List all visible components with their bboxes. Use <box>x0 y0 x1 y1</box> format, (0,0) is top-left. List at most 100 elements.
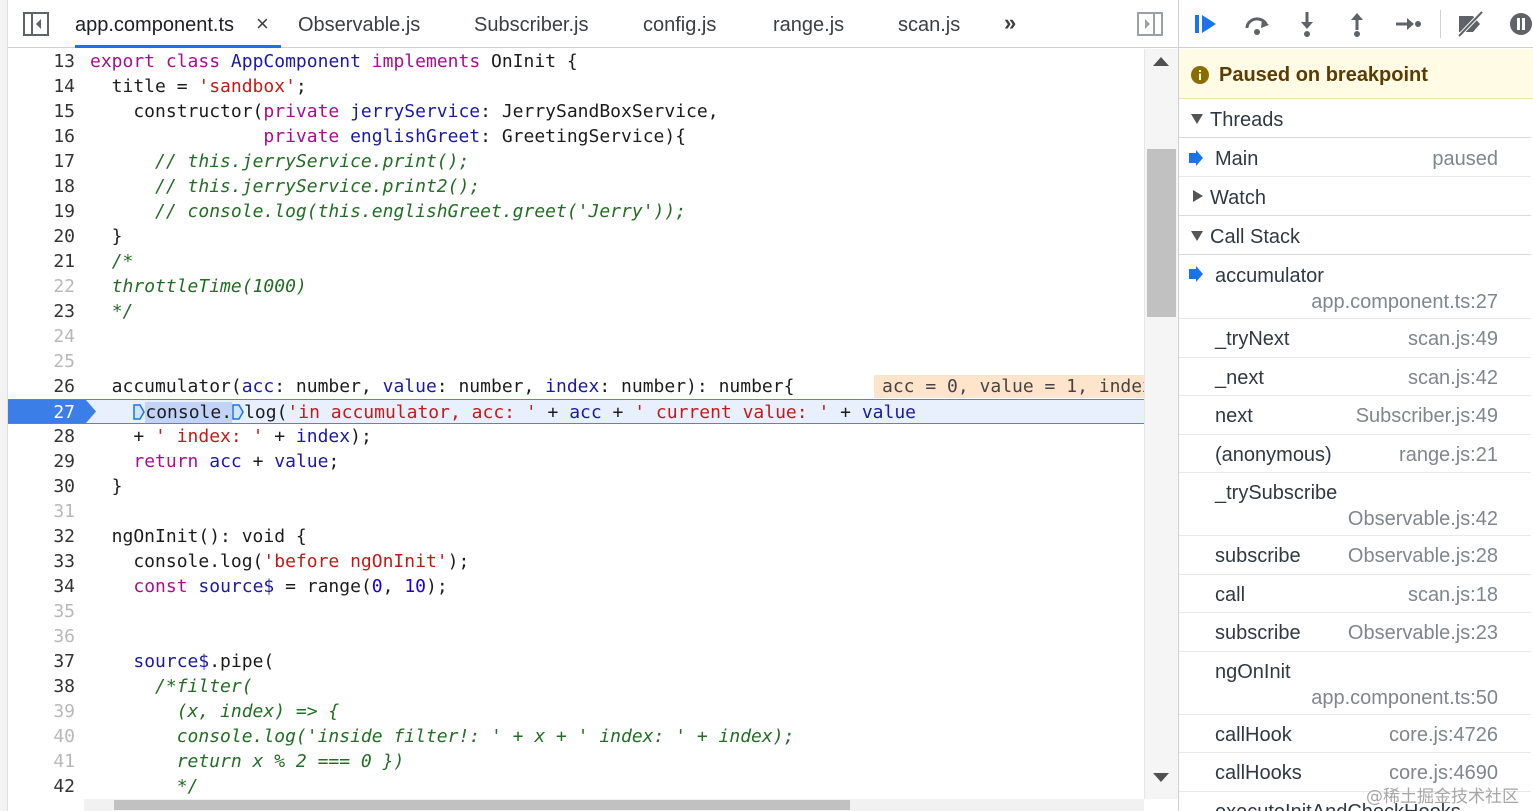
code-line[interactable]: 23 */ <box>8 299 1144 324</box>
call-stack-frame[interactable]: next Subscriber.js:49 <box>1179 396 1531 435</box>
code-line[interactable]: 37 source$.pipe( <box>8 649 1144 674</box>
line-number[interactable]: 23 <box>8 299 75 324</box>
line-number[interactable]: 24 <box>8 324 75 349</box>
editor-vertical-scrollbar[interactable] <box>1144 49 1178 799</box>
code-line[interactable]: 26 accumulator(acc: number, value: numbe… <box>8 374 1144 399</box>
code-line[interactable]: 39 (x, index) => { <box>8 699 1144 724</box>
editor-horizontal-scrollbar[interactable] <box>84 799 1144 811</box>
call-stack-frame[interactable]: subscribe Observable.js:23 <box>1179 613 1531 652</box>
editor-scroll-thumb[interactable] <box>1147 149 1176 317</box>
line-number[interactable]: 39 <box>8 699 75 724</box>
inline-breakpoint-marker[interactable] <box>133 402 146 420</box>
call-stack-frame[interactable]: _next scan.js:42 <box>1179 357 1531 396</box>
line-number[interactable]: 27 <box>8 400 75 425</box>
deactivate-breakpoints-icon[interactable] <box>1455 10 1485 38</box>
code-line[interactable]: 36 <box>8 624 1144 649</box>
line-number[interactable]: 28 <box>8 424 75 449</box>
line-number[interactable]: 14 <box>8 74 75 99</box>
call-stack-frame[interactable]: callHook core.js:4726 <box>1179 714 1531 753</box>
line-number[interactable]: 13 <box>8 49 75 74</box>
scroll-down-arrow-icon[interactable] <box>1153 773 1169 782</box>
watch-section-header[interactable]: Watch <box>1179 178 1531 216</box>
tab-config-js[interactable]: config.js <box>643 0 716 48</box>
call-stack-section-header[interactable]: Call Stack <box>1179 217 1531 255</box>
code-line[interactable]: 18 // this.jerryService.print2(); <box>8 174 1144 199</box>
code-line[interactable]: 38 /*filter( <box>8 674 1144 699</box>
line-number[interactable]: 16 <box>8 124 75 149</box>
call-stack-frame[interactable]: accumulator app.component.ts:27 <box>1179 256 1531 319</box>
code-line[interactable]: 15 constructor(private jerryService: Jer… <box>8 99 1144 124</box>
code-line[interactable]: 17 // this.jerryService.print(); <box>8 149 1144 174</box>
line-number[interactable]: 29 <box>8 449 75 474</box>
tab-subscriber-js[interactable]: Subscriber.js <box>474 0 589 48</box>
code-line[interactable]: 14 title = 'sandbox'; <box>8 74 1144 99</box>
code-line[interactable]: 16 private englishGreet: GreetingService… <box>8 124 1144 149</box>
code-line[interactable]: 32 ngOnInit(): void { <box>8 524 1144 549</box>
call-stack-frame[interactable]: ngOnInit app.component.ts:50 <box>1179 651 1531 715</box>
tab-app-component-ts[interactable]: app.component.ts <box>75 0 281 48</box>
threads-section-header[interactable]: Threads <box>1179 100 1531 138</box>
line-number[interactable]: 26 <box>8 374 75 399</box>
line-number[interactable]: 19 <box>8 199 75 224</box>
line-number[interactable]: 18 <box>8 174 75 199</box>
code-line[interactable]: 22 throttleTime(1000) <box>8 274 1144 299</box>
toggle-navigator-icon[interactable] <box>22 11 50 37</box>
frame-location[interactable]: Observable.js:23 <box>1348 620 1498 646</box>
line-number[interactable]: 33 <box>8 549 75 574</box>
code-line[interactable]: 24 <box>8 324 1144 349</box>
frame-location[interactable]: Subscriber.js:49 <box>1356 403 1498 429</box>
frame-location[interactable]: core.js:4726 <box>1389 722 1498 748</box>
line-number[interactable]: 40 <box>8 724 75 749</box>
line-number[interactable]: 30 <box>8 474 75 499</box>
line-number[interactable]: 21 <box>8 249 75 274</box>
line-number[interactable]: 17 <box>8 149 75 174</box>
line-number[interactable]: 34 <box>8 574 75 599</box>
line-number[interactable]: 36 <box>8 624 75 649</box>
line-number[interactable]: 22 <box>8 274 75 299</box>
line-number[interactable]: 41 <box>8 749 75 774</box>
frame-location[interactable]: Observable.js:42 <box>1348 506 1498 532</box>
tab-range-js[interactable]: range.js <box>773 0 844 48</box>
line-number[interactable]: 15 <box>8 99 75 124</box>
code-line[interactable]: 20 } <box>8 224 1144 249</box>
line-number[interactable]: 35 <box>8 599 75 624</box>
more-tabs-icon[interactable]: » <box>1004 10 1016 36</box>
line-number[interactable]: 31 <box>8 499 75 524</box>
tab-observable-js[interactable]: Observable.js <box>298 0 420 48</box>
call-stack-frame[interactable]: (anonymous) range.js:21 <box>1179 434 1531 473</box>
step-into-icon[interactable] <box>1292 10 1322 38</box>
frame-location[interactable]: Observable.js:28 <box>1348 543 1498 569</box>
pause-on-exceptions-icon[interactable] <box>1506 10 1533 38</box>
code-line[interactable]: 21 /* <box>8 249 1144 274</box>
tab-scan-js[interactable]: scan.js <box>898 0 960 48</box>
code-line[interactable]: 31 <box>8 499 1144 524</box>
frame-location[interactable]: scan.js:49 <box>1408 326 1498 352</box>
close-tab-icon[interactable]: × <box>256 0 269 48</box>
code-line[interactable]: 19 // console.log(this.englishGreet.gree… <box>8 199 1144 224</box>
code-line[interactable]: 42 */ <box>8 774 1144 799</box>
code-line[interactable]: 28 + ' index: ' + index); <box>8 424 1144 449</box>
toggle-debugger-icon[interactable] <box>1136 11 1164 37</box>
frame-location[interactable]: scan.js:42 <box>1408 365 1498 391</box>
current-execution-line[interactable]: 27 console. log('in accumulator, acc: ' +… <box>8 399 1144 424</box>
thread-row-main[interactable]: Main paused <box>1179 139 1531 177</box>
code-line[interactable]: 30 } <box>8 474 1144 499</box>
frame-location[interactable]: scan.js:18 <box>1408 582 1498 608</box>
line-number[interactable]: 25 <box>8 349 75 374</box>
inline-breakpoint-marker[interactable] <box>232 402 244 420</box>
code-line[interactable]: 41 return x % 2 === 0 }) <box>8 749 1144 774</box>
frame-location[interactable]: app.component.ts:50 <box>1311 685 1498 711</box>
step-over-icon[interactable] <box>1242 10 1272 38</box>
scroll-up-arrow-icon[interactable] <box>1153 57 1169 66</box>
resume-icon[interactable] <box>1191 10 1221 38</box>
code-line[interactable]: 34 const source$ = range(0, 10); <box>8 574 1144 599</box>
code-line[interactable]: 40 console.log('inside filter!: ' + x + … <box>8 724 1144 749</box>
line-number[interactable]: 20 <box>8 224 75 249</box>
step-out-icon[interactable] <box>1342 10 1372 38</box>
call-stack-frame[interactable]: call scan.js:18 <box>1179 574 1531 613</box>
code-area[interactable]: 13 export class AppComponent implements O… <box>8 49 1144 799</box>
call-stack-frame[interactable]: subscribe Observable.js:28 <box>1179 536 1531 575</box>
code-line[interactable]: 29 return acc + value; <box>8 449 1144 474</box>
call-stack-frame[interactable]: _trySubscribe Observable.js:42 <box>1179 473 1531 536</box>
call-stack-frame[interactable]: _tryNext scan.js:49 <box>1179 319 1531 358</box>
